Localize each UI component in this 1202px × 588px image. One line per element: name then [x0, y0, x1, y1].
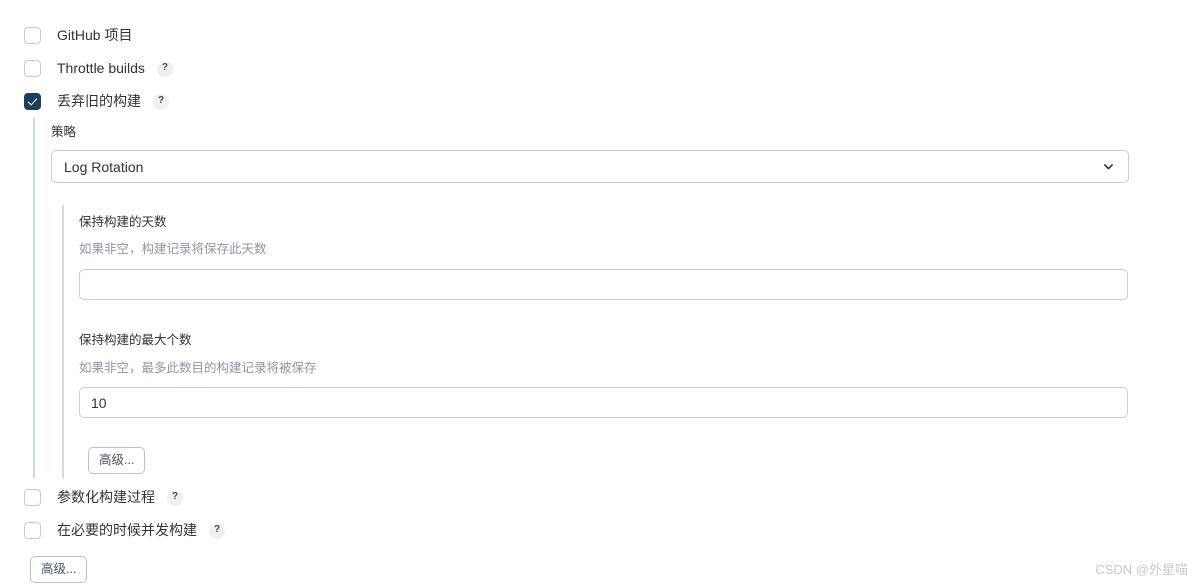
- help-icon-throttle-builds[interactable]: ?: [156, 60, 173, 77]
- checkbox-throttle-builds[interactable]: [24, 60, 41, 77]
- strategy-section-label: 策略: [51, 125, 77, 139]
- input-max-builds-to-keep[interactable]: 10: [79, 387, 1128, 418]
- checkbox-row-discard-old-builds[interactable]: 丢弃旧的构建 ?: [24, 93, 169, 110]
- strategy-select[interactable]: Log Rotation: [51, 150, 1129, 183]
- config-form-page: GitHub 项目 Throttle builds ? 丢弃旧的构建 ? 策略 …: [0, 0, 1202, 588]
- checkbox-row-github-project[interactable]: GitHub 项目: [24, 27, 132, 44]
- checkbox-concurrent-builds[interactable]: [24, 522, 41, 539]
- input-days-to-keep[interactable]: [79, 269, 1128, 300]
- watermark-text: CSDN @外星喵: [1095, 562, 1188, 577]
- checkbox-discard-old-builds[interactable]: [24, 93, 41, 110]
- checkbox-row-concurrent-builds[interactable]: 在必要的时候并发构建 ?: [24, 522, 225, 539]
- help-icon-parameterized-build[interactable]: ?: [167, 489, 183, 506]
- advanced-button-nested[interactable]: 高级...: [88, 447, 146, 474]
- strategy-select-value: Log Rotation: [64, 158, 144, 175]
- field-description-max-builds-to-keep: 如果非空，最多此数目的构建记录将被保存: [79, 361, 317, 375]
- checkbox-parameterized-build[interactable]: [24, 489, 41, 506]
- checkbox-label-throttle-builds: Throttle builds: [57, 60, 145, 76]
- checkbox-label-discard-old-builds: 丢弃旧的构建: [57, 93, 141, 109]
- checkbox-label-parameterized-build: 参数化构建过程: [57, 489, 155, 505]
- field-label-max-builds-to-keep: 保持构建的最大个数: [79, 333, 192, 347]
- nesting-guide-line-inner: [62, 205, 64, 478]
- nesting-guide-line-outer: [33, 118, 35, 478]
- checkbox-row-throttle-builds[interactable]: Throttle builds ?: [24, 60, 173, 77]
- help-icon-discard-old-builds[interactable]: ?: [153, 93, 169, 110]
- checkbox-label-concurrent-builds: 在必要的时候并发构建: [57, 522, 197, 538]
- field-label-days-to-keep: 保持构建的天数: [79, 215, 167, 229]
- checkbox-row-parameterized-build[interactable]: 参数化构建过程 ?: [24, 489, 183, 506]
- help-icon-concurrent-builds[interactable]: ?: [209, 522, 225, 539]
- checkbox-label-github-project: GitHub 项目: [57, 27, 133, 43]
- advanced-button-bottom[interactable]: 高级...: [30, 556, 88, 583]
- field-description-days-to-keep: 如果非空，构建记录将保存此天数: [79, 242, 267, 256]
- chevron-down-icon: [1104, 163, 1113, 169]
- checkbox-github-project[interactable]: [24, 27, 41, 44]
